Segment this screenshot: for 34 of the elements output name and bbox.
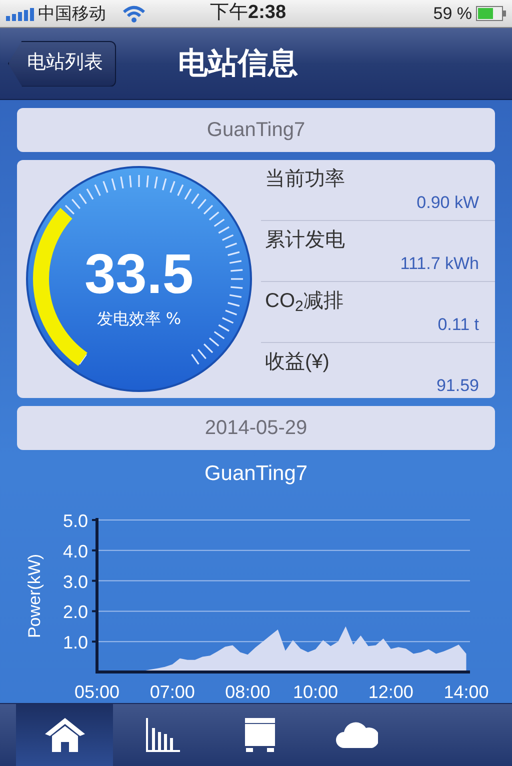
stat-value: 111.7 kWh xyxy=(400,253,480,275)
battery-percent: 59 % xyxy=(433,2,472,25)
back-button[interactable]: 电站列表 xyxy=(8,40,116,86)
y-tick-label: 5.0 xyxy=(62,510,88,530)
chart-title: GuanTing7 xyxy=(203,461,309,487)
stat-value: 91.59 xyxy=(436,375,480,397)
stat-value: 0.11 t xyxy=(438,314,480,336)
date-selector[interactable]: 2014-05-29 xyxy=(17,406,495,450)
efficiency-label: 发电效率 % xyxy=(96,309,182,328)
y-tick-label: 1.0 xyxy=(62,632,88,652)
y-axis-label: Power(kW) xyxy=(25,553,44,638)
x-tick-label: 10:00 xyxy=(293,682,338,702)
page-title: 电站信息 xyxy=(178,46,298,82)
x-tick-label: 08:00 xyxy=(225,682,270,702)
stat-label: 累计发电 xyxy=(264,228,346,251)
x-tick-label: 07:00 xyxy=(150,682,195,702)
signal-icon xyxy=(6,6,34,20)
y-tick-label: 3.0 xyxy=(62,571,88,592)
efficiency-value: 33.5 xyxy=(84,242,194,305)
clock-time: 下午2:38 xyxy=(209,1,286,26)
stat-label: 当前功率 xyxy=(264,167,346,190)
x-tick-label: 12:00 xyxy=(368,682,414,702)
y-tick-label: 2.0 xyxy=(62,602,88,622)
tab-item[interactable] xyxy=(16,704,113,766)
x-tick-label: 14:00 xyxy=(444,682,489,702)
battery-icon xyxy=(476,6,506,21)
y-tick-label: 4.0 xyxy=(62,540,88,561)
carrier-name: 中国移动 xyxy=(38,2,106,25)
station-name: GuanTing7 xyxy=(17,108,495,152)
stat-label: CO$_{2}$减排 xyxy=(264,289,344,312)
stat-value: 0.90 kW xyxy=(416,192,480,214)
wifi-icon xyxy=(122,4,146,22)
stat-label: 收益(¥) xyxy=(264,350,330,373)
x-tick-label: 05:00 xyxy=(74,682,120,702)
